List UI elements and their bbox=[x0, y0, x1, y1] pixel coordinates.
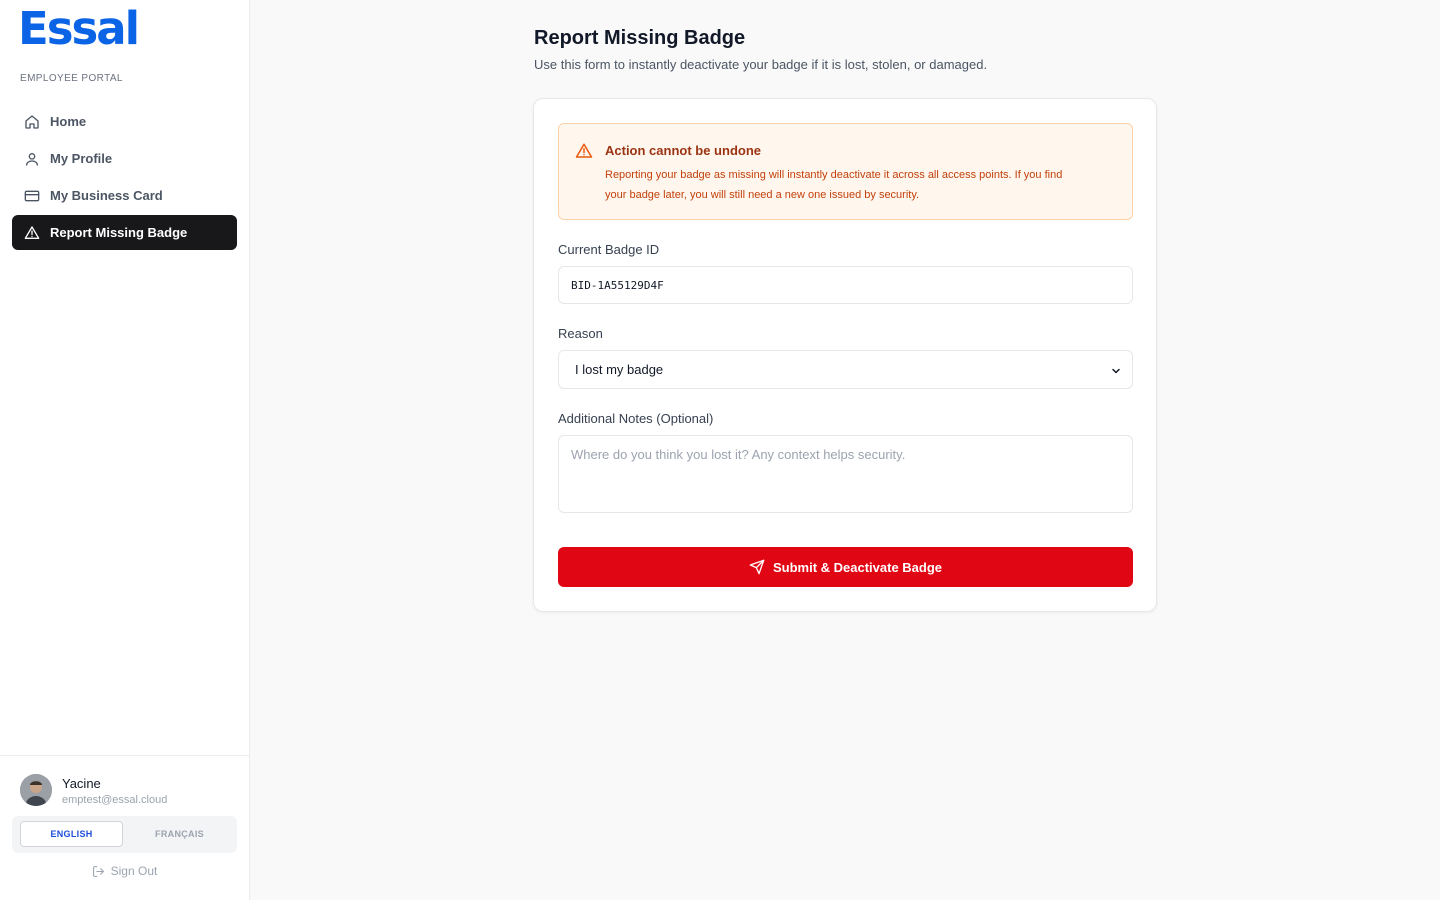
report-form-card: Action cannot be undone Reporting your b… bbox=[533, 98, 1157, 612]
reason-label: Reason bbox=[558, 326, 603, 341]
sidebar-item-report-missing-badge[interactable]: Report Missing Badge bbox=[12, 215, 237, 250]
language-english-button[interactable]: ENGLISH bbox=[20, 821, 123, 847]
sidebar-item-label: Report Missing Badge bbox=[50, 225, 188, 240]
reason-selected-value: I lost my badge bbox=[575, 362, 664, 377]
sidebar: Essal EMPLOYEE PORTAL Home My Profile My… bbox=[0, 0, 250, 900]
essal-logo[interactable]: Essal bbox=[18, 2, 140, 56]
sidebar-item-label: My Business Card bbox=[50, 188, 163, 203]
card-icon bbox=[24, 190, 40, 201]
alert-title: Action cannot be undone bbox=[605, 143, 761, 158]
badge-id-label: Current Badge ID bbox=[558, 242, 660, 257]
submit-button-label: Submit & Deactivate Badge bbox=[772, 559, 943, 575]
warning-alert: Action cannot be undone Reporting your b… bbox=[558, 123, 1133, 220]
alert-body: Reporting your badge as missing will ins… bbox=[605, 165, 1115, 205]
user-name: Yacine bbox=[62, 776, 101, 791]
alert-body-line: Reporting your badge as missing will ins… bbox=[605, 169, 1063, 181]
sidebar-item-my-profile[interactable]: My Profile bbox=[12, 141, 237, 176]
user-icon bbox=[26, 152, 38, 166]
language-french-button[interactable]: FRANÇAIS bbox=[128, 821, 231, 847]
sidebar-item-label: Home bbox=[50, 114, 87, 129]
warning-icon bbox=[24, 225, 40, 239]
send-icon bbox=[749, 559, 765, 575]
sign-out-icon bbox=[92, 865, 104, 877]
home-icon bbox=[25, 114, 39, 129]
sidebar-footer: Yacine emptest@essal.cloud ENGLISH FRANÇ… bbox=[0, 755, 249, 900]
sidebar-item-home[interactable]: Home bbox=[12, 104, 237, 139]
page-subtitle: Use this form to instantly deactivate yo… bbox=[534, 57, 988, 72]
language-toggle: ENGLISH FRANÇAIS bbox=[12, 816, 237, 853]
submit-deactivate-button[interactable]: Submit & Deactivate Badge bbox=[558, 547, 1133, 587]
badge-id-field[interactable]: BID-1A55129D4F bbox=[558, 266, 1133, 304]
avatar-image bbox=[20, 774, 52, 806]
notes-textarea[interactable]: Where do you think you lost it? Any cont… bbox=[558, 435, 1133, 513]
sign-out-label: Sign Out bbox=[110, 864, 158, 878]
sidebar-nav: Home My Profile My Business Card Report … bbox=[12, 104, 237, 252]
alert-body-line: your badge later, you will still need a … bbox=[605, 189, 920, 201]
notes-label: Additional Notes (Optional) bbox=[558, 411, 714, 426]
sidebar-item-my-business-card[interactable]: My Business Card bbox=[12, 178, 237, 213]
chevron-down-icon bbox=[1112, 368, 1120, 374]
page-title: Report Missing Badge bbox=[534, 27, 746, 49]
portal-label: EMPLOYEE PORTAL bbox=[20, 73, 123, 84]
reason-select[interactable]: I lost my badge bbox=[558, 350, 1133, 389]
sign-out-button[interactable]: Sign Out bbox=[0, 864, 249, 878]
sidebar-item-label: My Profile bbox=[50, 151, 113, 166]
warning-icon bbox=[575, 143, 593, 158]
avatar[interactable] bbox=[20, 774, 52, 806]
user-email: emptest@essal.cloud bbox=[62, 794, 168, 806]
